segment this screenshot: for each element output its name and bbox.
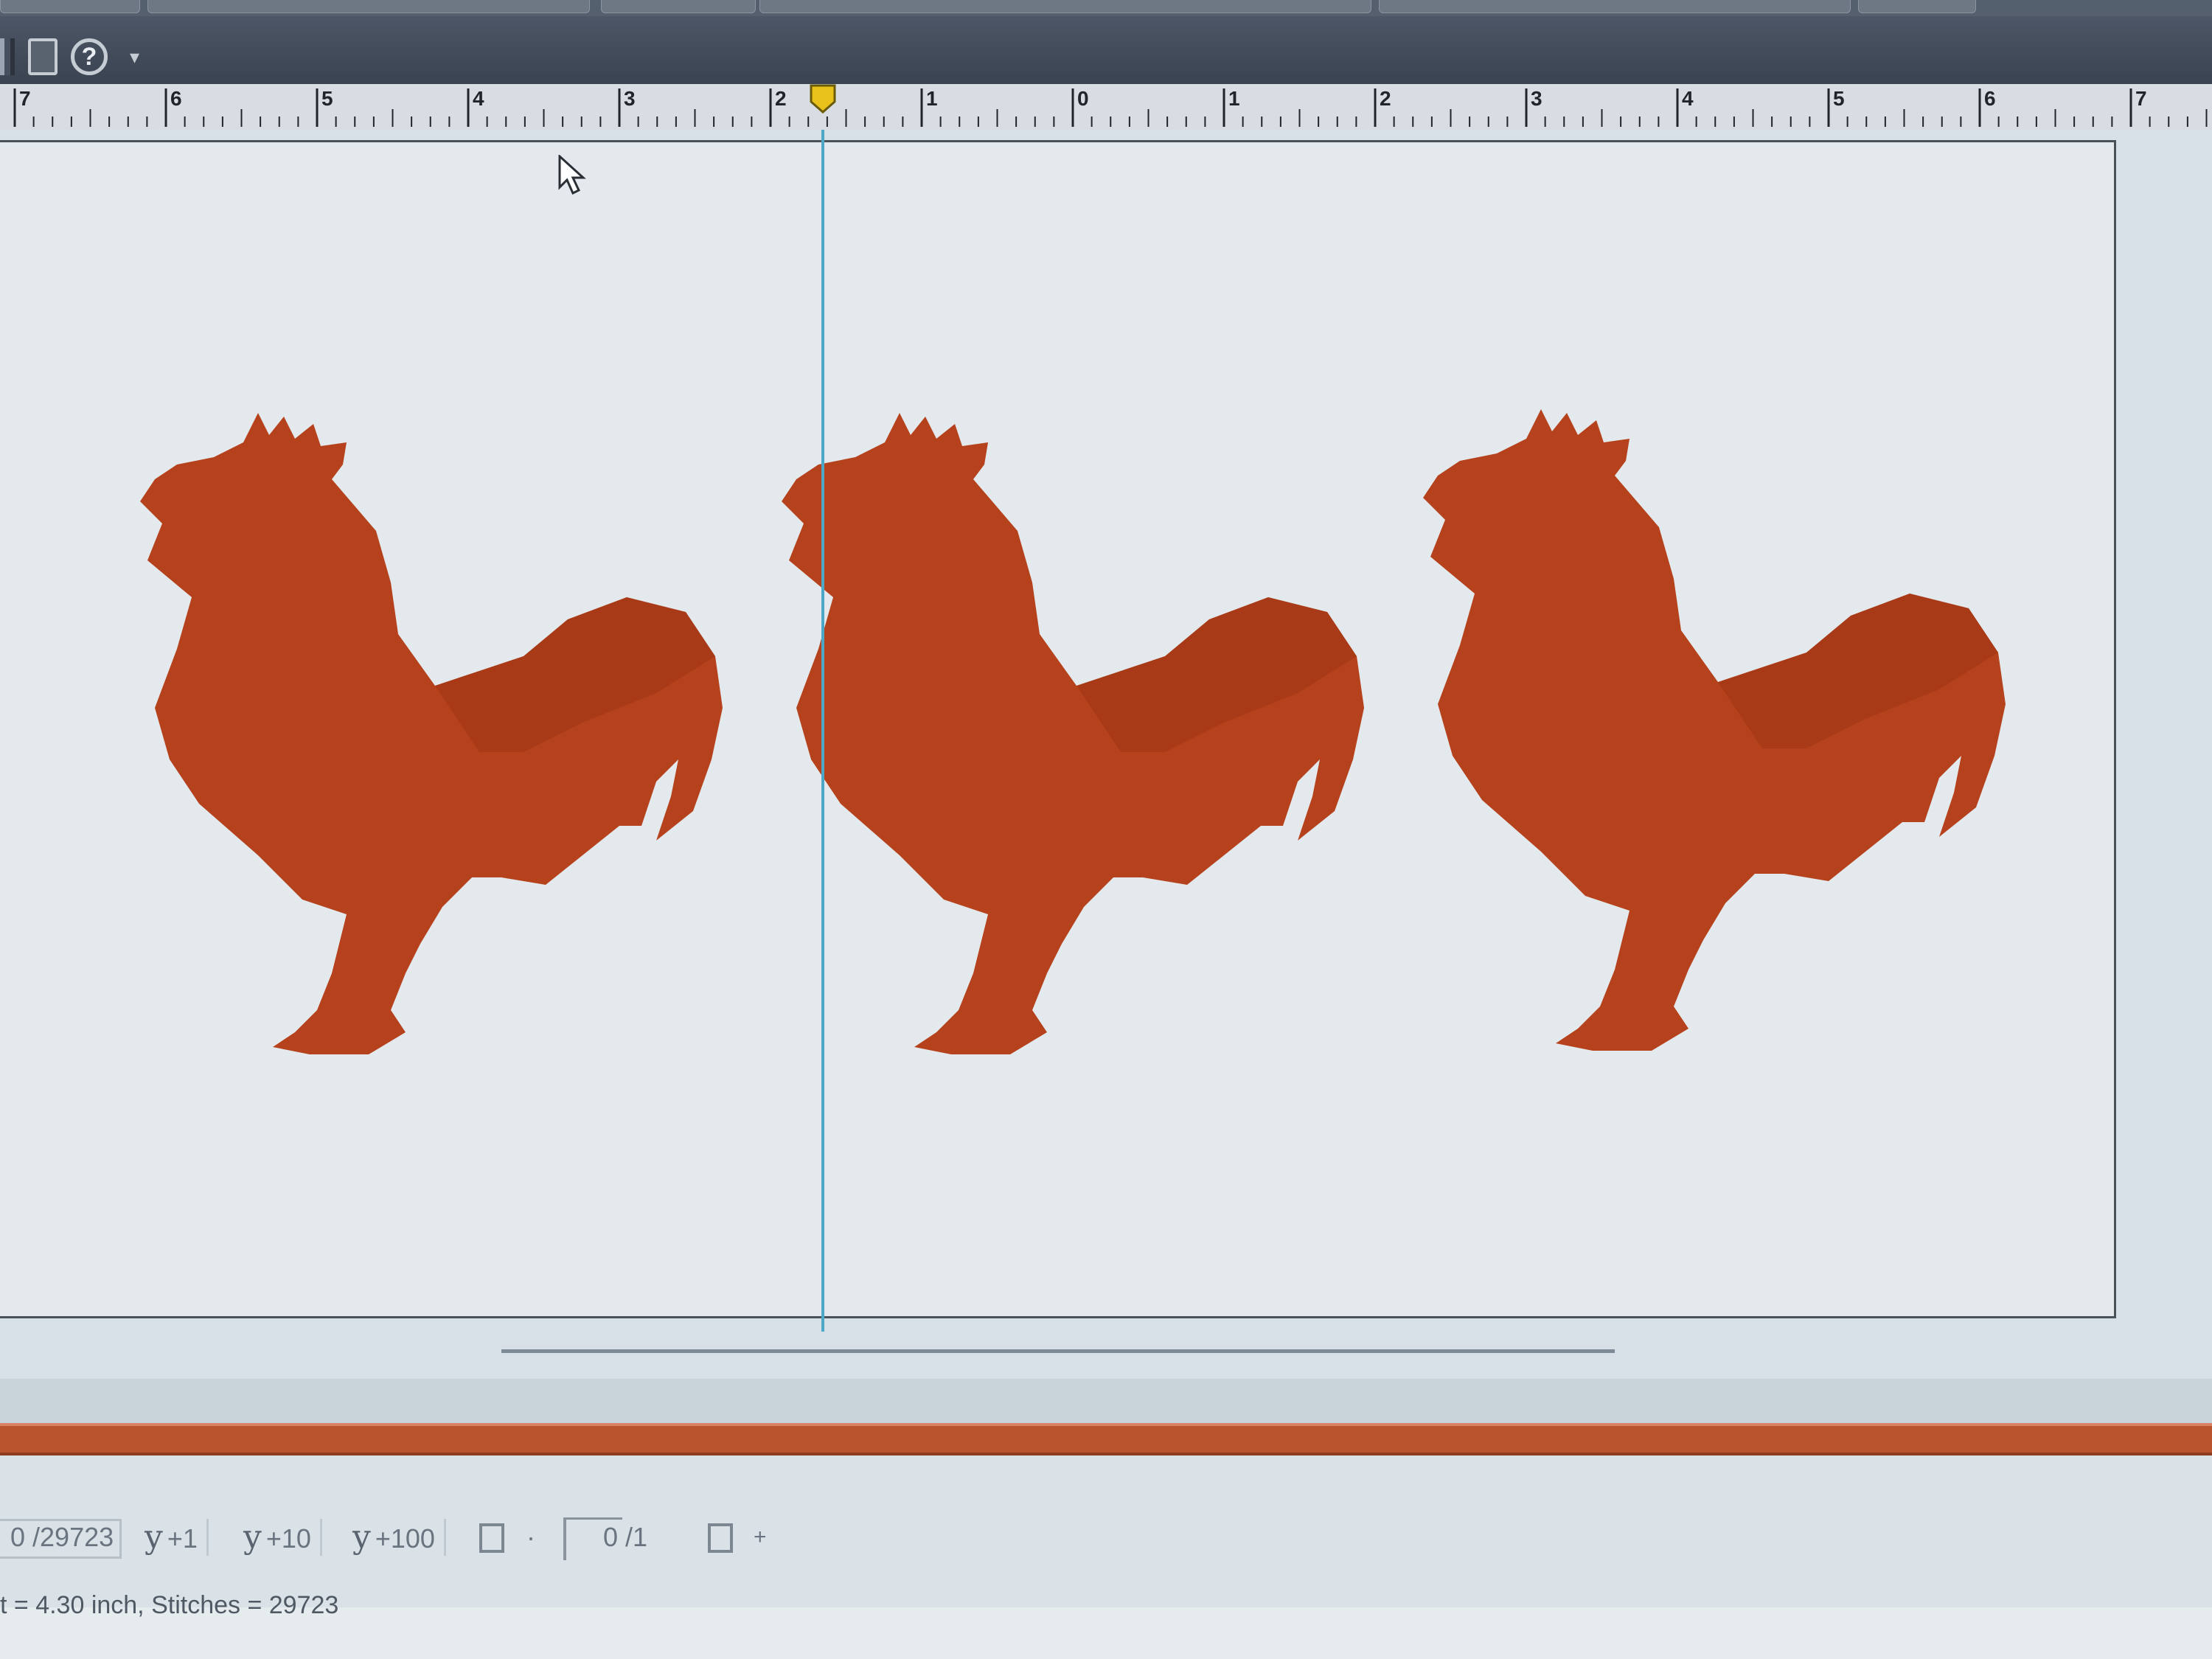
device-icon[interactable] [28,38,58,75]
add-hoop-button[interactable]: + [754,1519,767,1556]
frame-icon[interactable] [479,1523,504,1553]
ruler-position-marker-icon[interactable] [808,84,838,114]
step-plus-10-label: +10 [265,1523,311,1554]
ruler-label: 2 [1380,87,1391,110]
needle-step-icon: y [243,1518,262,1556]
needle-step-icon: y [145,1518,163,1556]
ruler-label: 0 [1077,87,1089,110]
menu-tab[interactable] [1379,0,1851,13]
ruler-label: 6 [1984,87,1996,110]
ruler-label: 4 [473,87,484,110]
panel-divider [0,1379,2212,1423]
ruler-label: 6 [170,87,182,110]
rooster-body [782,413,1364,1054]
menu-tab[interactable] [759,0,1371,13]
ruler-label: 3 [624,87,636,110]
toolbar-overflow-icon[interactable]: ▾ [130,38,152,75]
status-text: t = 4.30 inch, Stitches = 29723 [0,1591,339,1619]
ruler-label: 4 [1682,87,1694,110]
ruler-label: 1 [1228,87,1240,110]
help-icon[interactable]: ? [71,38,108,75]
ruler-label: 5 [1833,87,1845,110]
tab-strip [0,0,2212,16]
hoop-icon[interactable] [708,1523,733,1553]
step-plus-100-button[interactable]: y +100 [352,1519,446,1556]
ruler-label: 3 [1531,87,1543,110]
stitch-controls: 0 /29723 y +1 y +10 y +100 · 0 /1 + [0,1455,2212,1607]
separator-dot: · [526,1522,535,1552]
step-plus-1-button[interactable]: y +1 [145,1519,209,1556]
step-plus-100-label: +100 [375,1523,435,1554]
rooster-design-2[interactable] [752,413,1364,1054]
panel-handle-icon[interactable] [0,38,15,75]
ruler-label: 7 [19,87,31,110]
needle-step-icon: y [352,1518,371,1556]
stitch-progress-bar [0,1423,2212,1455]
ruler-label: 7 [2135,87,2147,110]
menu-tab[interactable] [601,0,756,13]
horizontal-scrollbar[interactable] [501,1349,1615,1353]
horizontal-ruler: 7 6 5 4 3 2 1 0 1 2 3 4 5 6 7 [0,84,2212,132]
toolbar: ? ▾ [0,16,2212,86]
menu-tab[interactable] [1858,0,1976,13]
ruler-label: 5 [321,87,333,110]
rooster-body [140,413,723,1054]
menu-tab[interactable] [147,0,590,13]
ruler-label: 1 [926,87,938,110]
stitch-counter: 0 /29723 [10,1522,114,1552]
rooster-body [1423,409,2006,1051]
page-counter: 0 /1 [603,1522,648,1552]
vertical-guide-line[interactable] [821,130,824,1332]
rooster-design-1[interactable] [111,413,723,1054]
menu-tab[interactable] [0,0,140,13]
step-plus-1-label: +1 [167,1523,198,1554]
rooster-design-3[interactable] [1394,409,2006,1051]
ruler-label: 2 [775,87,787,110]
step-plus-10-button[interactable]: y +10 [243,1519,322,1556]
mouse-pointer-icon [558,155,586,195]
